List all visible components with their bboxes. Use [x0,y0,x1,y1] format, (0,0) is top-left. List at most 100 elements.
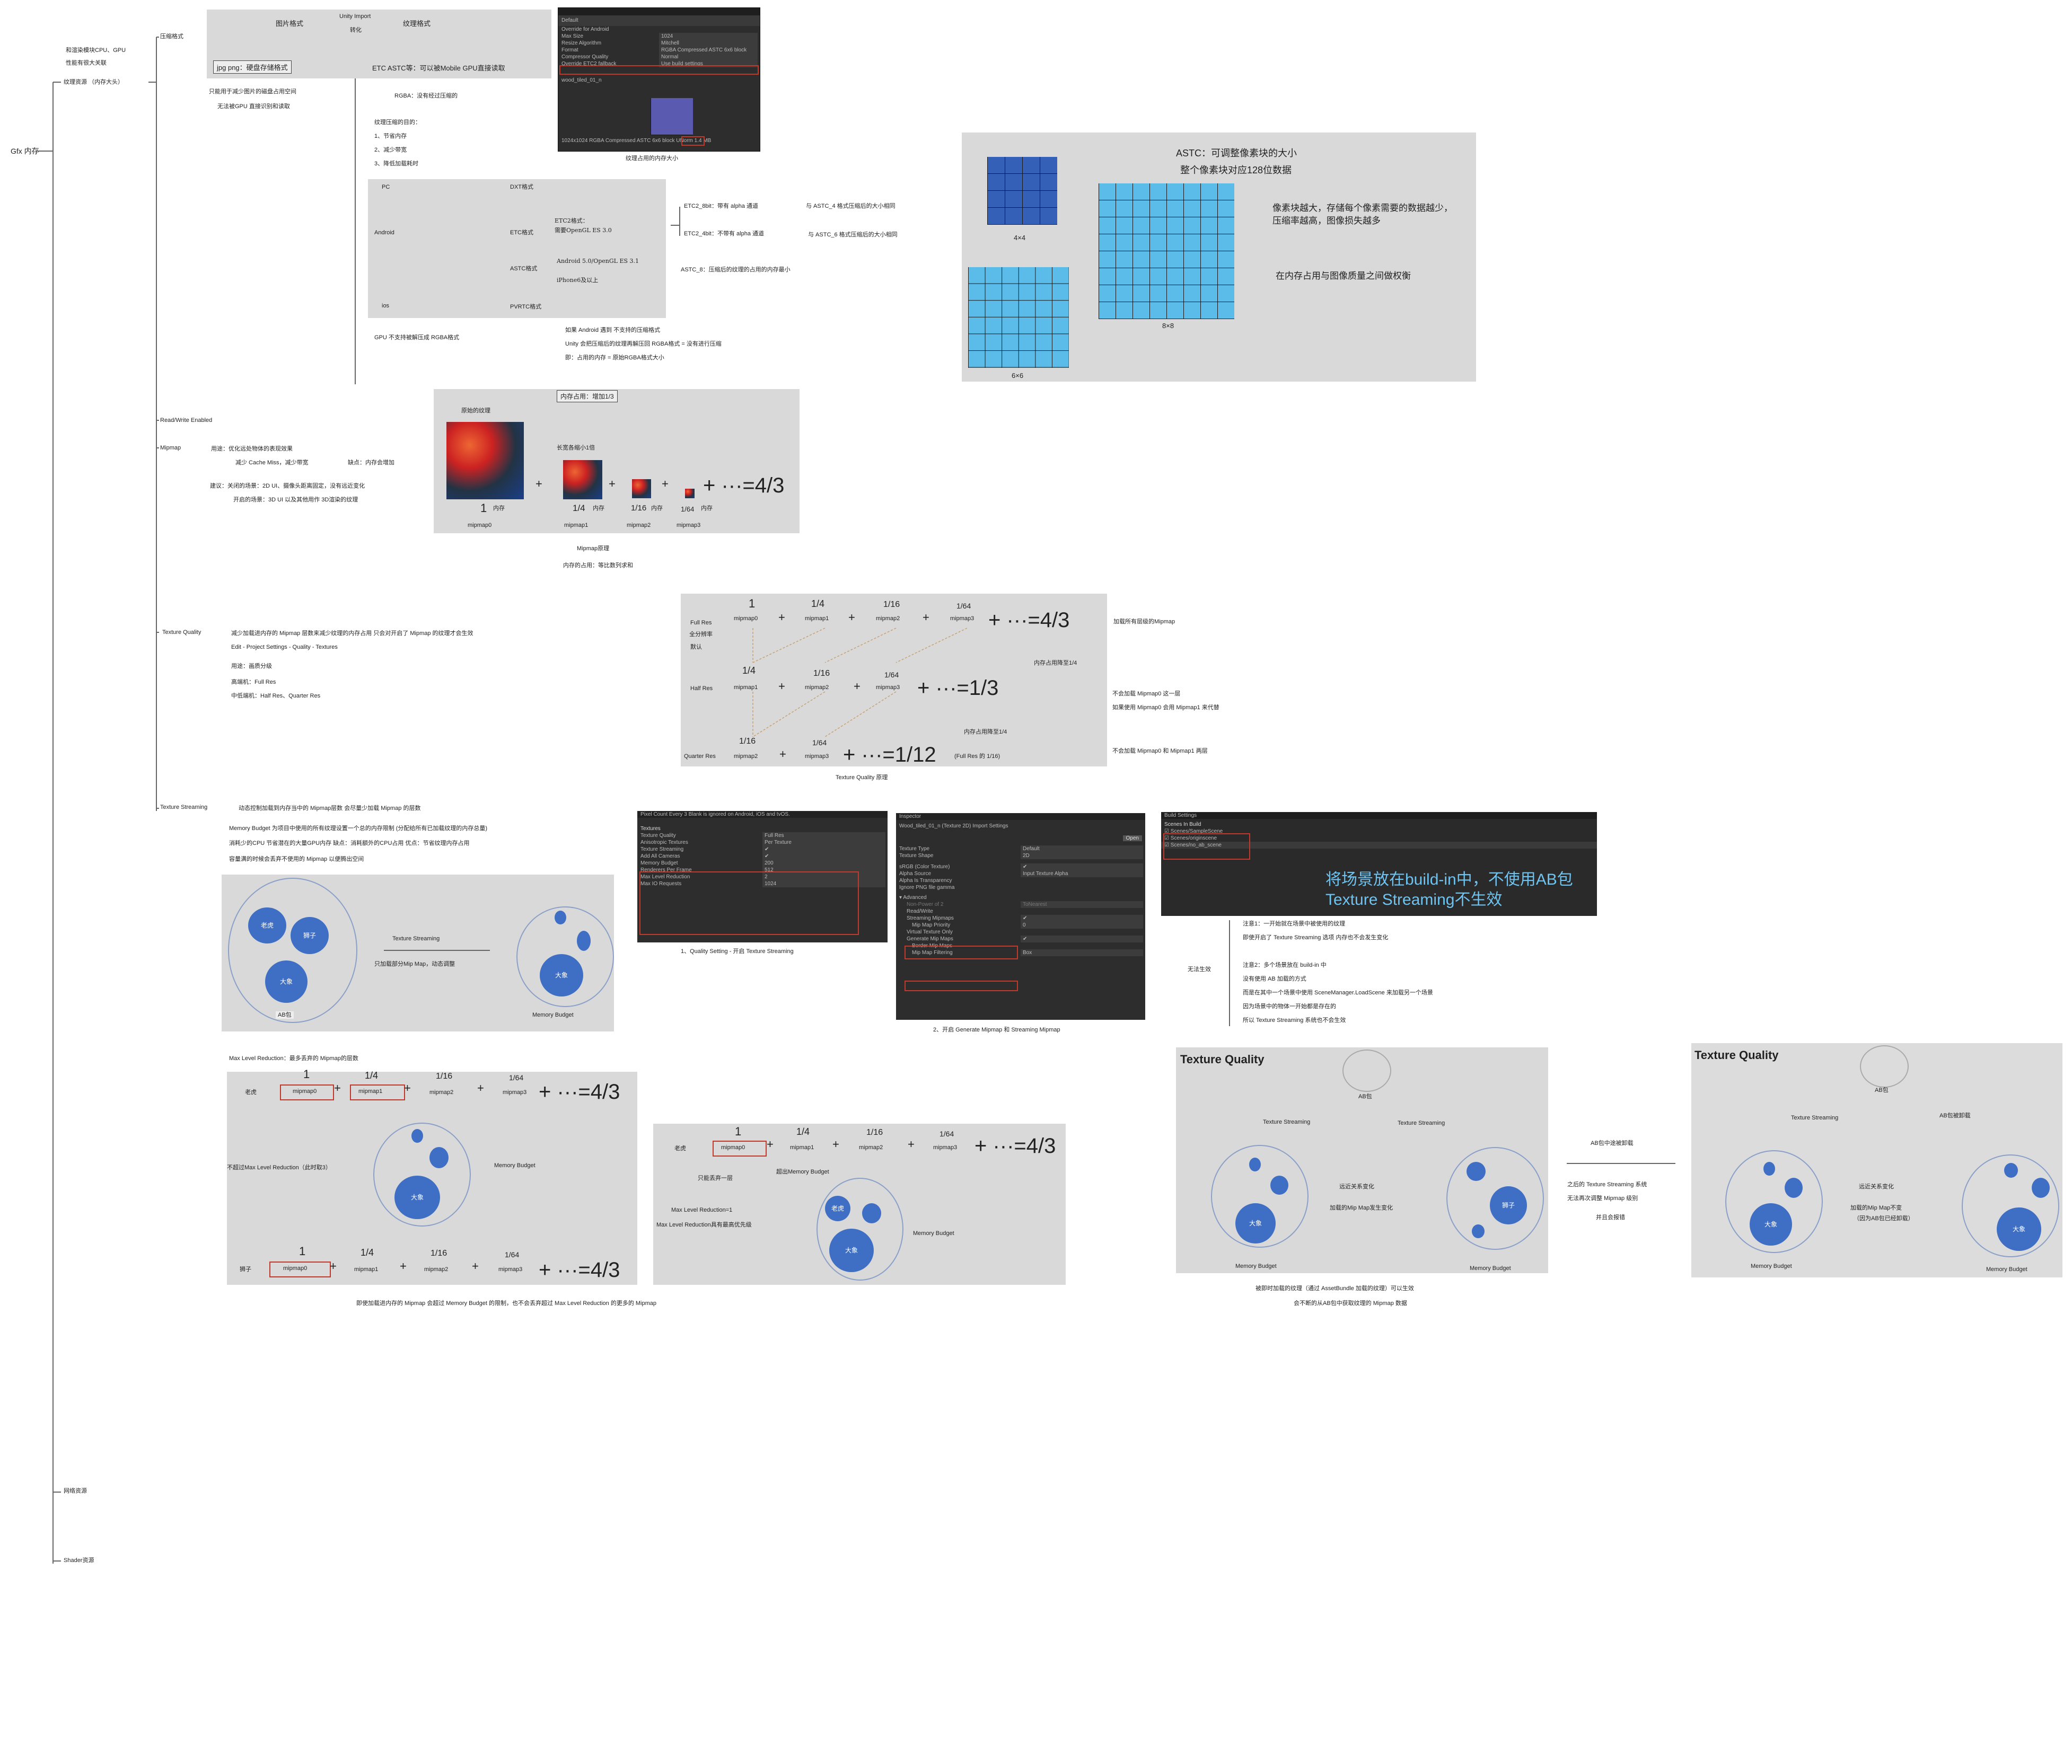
memory-budget-label: Memory Budget [532,1012,574,1018]
mlr1-sum: + ···=4/3 [974,1134,1056,1158]
setting-row[interactable]: Virtual Texture Only [896,929,1145,936]
note2-detail: 因为场景中的物体一开始都是存在的 [1243,1003,1336,1010]
import-title: Wood_tiled_01_n (Texture 2D) Import Sett… [899,823,1008,829]
lion-small [577,931,591,951]
tiger-row-label: 老虎 [674,1145,686,1152]
plus-sign: + [848,611,855,624]
setting-row[interactable]: Ignore PNG file gamma [896,884,1145,891]
lion-node: 狮子 [1490,1186,1527,1224]
setting-row[interactable]: Read/Write [896,908,1145,915]
tiger-row-label: 老虎 [245,1089,257,1096]
mip-same-label-2: （因为AB包已经卸载） [1854,1215,1914,1222]
row1-frac: 1 [749,597,756,610]
row3-frac: 1/64 [812,738,827,747]
after-note-2: 无法再次调整 Mipmap 级别 [1567,1195,1638,1202]
note2: 注意2：多个场景放在 build-in 中 [1243,962,1327,968]
frac: 1/64 [509,1073,524,1082]
plus-sign: + [767,1137,774,1151]
setting-row[interactable]: sRGB (Color Texture) ✔ [896,863,1145,870]
elephant-node: 大象 [394,1176,440,1219]
plus-sign: + [923,611,929,624]
tiger-small [411,1129,423,1143]
plus-sign: + [400,1259,407,1273]
quality-setting-caption: 1、Quality Setting - 开启 Texture Streaming [681,948,794,955]
plus-sign: + [477,1081,484,1095]
memory-budget-label: Memory Budget [1751,1263,1792,1269]
tq-principle-caption: Texture Quality 原理 [836,774,888,781]
setting-row[interactable]: Texture Streaming ✔ [637,846,888,853]
scenes-highlight [1163,833,1250,860]
mipmap0-box: mipmap0 [269,1262,331,1277]
near-far-label: 远近关系变化 [1339,1184,1374,1190]
elephant-node: 大象 [1750,1203,1792,1246]
setting-row[interactable]: Non-Power of 2 ToNearest [896,901,1145,908]
frac: 1/64 [940,1130,954,1138]
plus-sign: + [778,611,785,624]
mip-name: mipmap2 [859,1144,883,1151]
tiger-small [1249,1158,1261,1171]
drop-note-2: 内存占用降至1/4 [964,729,1007,735]
note2-detail: 而是在其中一个场景中使用 SceneManager.LoadScene 来加载另… [1243,990,1433,996]
quarter-note: (Full Res 的 1/16) [954,753,1000,760]
memory-budget-label: Memory Budget [494,1162,535,1169]
setting-row[interactable]: Texture Shape 2D [896,852,1145,859]
textures-section: Textures [640,826,661,832]
streaming-highlight [639,871,859,935]
full-res-sub: 全分辨率 [689,631,713,638]
half-res-sum: + ···=1/3 [917,676,999,700]
setting-row[interactable]: Texture Type Default [896,845,1145,852]
mlr-note: 不超过Max Level Reduction（此时取3） [227,1165,331,1171]
mip-name: mipmap1 [790,1144,814,1151]
setting-row[interactable]: Streaming Mipmaps ✔ [896,915,1145,922]
import-settings-screenshot: Inspector Wood_tiled_01_n (Texture 2D) I… [896,813,1145,1020]
frac: 1/16 [866,1128,883,1137]
quality-settings-screenshot: Pixel Count Every 3 Blank is ignored on … [637,811,888,942]
advanced-foldout[interactable]: ▾ Advanced [896,894,1145,901]
elephant-node: 大象 [1235,1203,1276,1243]
streaming-arrow [384,950,490,951]
build-in-note: 将场景放在build-in中，不使用AB包 [1325,871,1573,888]
row1-mip: mipmap0 [734,615,758,622]
elephant-node: 大象 [1997,1207,2041,1251]
open-button[interactable]: Open [1122,835,1142,841]
row1-mip: mipmap2 [876,615,900,622]
drop-note: 内存占用降至1/4 [1034,660,1077,666]
ab-node [1860,1045,1909,1088]
row1-frac: 1/4 [811,598,825,609]
setting-row[interactable]: Alpha Source Input Texture Alpha [896,870,1145,877]
setting-row[interactable]: Texture Quality Full Res [637,832,888,839]
lion-node: 狮子 [291,917,329,954]
setting-row[interactable]: Generate Mip Maps ✔ [896,936,1145,942]
ab-unloaded-note: AB包被卸载 [1939,1113,1971,1119]
note2-detail: 所以 Texture Streaming 系统也不会生效 [1243,1017,1346,1024]
setting-row[interactable]: Mip Map Priority 0 [896,922,1145,929]
after-note: 之后的 Texture Streaming 系统 [1567,1181,1647,1188]
mip1-replace-note: 如果使用 Mipmap0 会用 Mipmap1 来代替 [1112,704,1219,711]
build-settings-screenshot: Build Settings Scenes In Build ☑ Scenes/… [1161,812,1597,916]
memory-budget-label: Memory Budget [1986,1266,2027,1273]
row2-frac: 1/4 [742,665,756,676]
inspector-tab[interactable]: Inspector [896,813,1145,820]
mlr1-label: Max Level Reduction=1 [671,1207,733,1213]
plus-sign: + [334,1081,341,1095]
mlr-caption: 即使加载进内存的 Mipmap 会超过 Memory Budget 的限制，也不… [356,1300,657,1307]
lion-small [1270,1176,1288,1195]
frac: 1 [299,1245,306,1258]
mip-name: mipmap2 [429,1089,454,1096]
mipmap0-box: mipmap0 [713,1141,767,1157]
elephant-node: 大象 [829,1229,874,1272]
setting-row[interactable]: Anisotropic Textures Per Texture [637,839,888,846]
build-settings-tab[interactable]: Build Settings [1161,812,1597,819]
setting-row[interactable]: Memory Budget 200 [637,860,888,867]
frac: 1/4 [796,1126,810,1137]
after-note-3: 并且会报错 [1596,1214,1625,1221]
row1-mip: mipmap3 [950,615,974,622]
row1-frac: 1/64 [956,602,971,610]
mip-name: mipmap3 [503,1089,527,1096]
quality-banner: Pixel Count Every 3 Blank is ignored on … [637,811,888,818]
quarter-res-sum: + ···=1/12 [843,743,936,766]
setting-row[interactable]: Alpha Is Transparency [896,877,1145,884]
row3-mip: mipmap2 [734,753,758,760]
exceed-budget-note: 超出Memory Budget [776,1169,829,1175]
setting-row[interactable]: Add All Cameras ✔ [637,853,888,860]
